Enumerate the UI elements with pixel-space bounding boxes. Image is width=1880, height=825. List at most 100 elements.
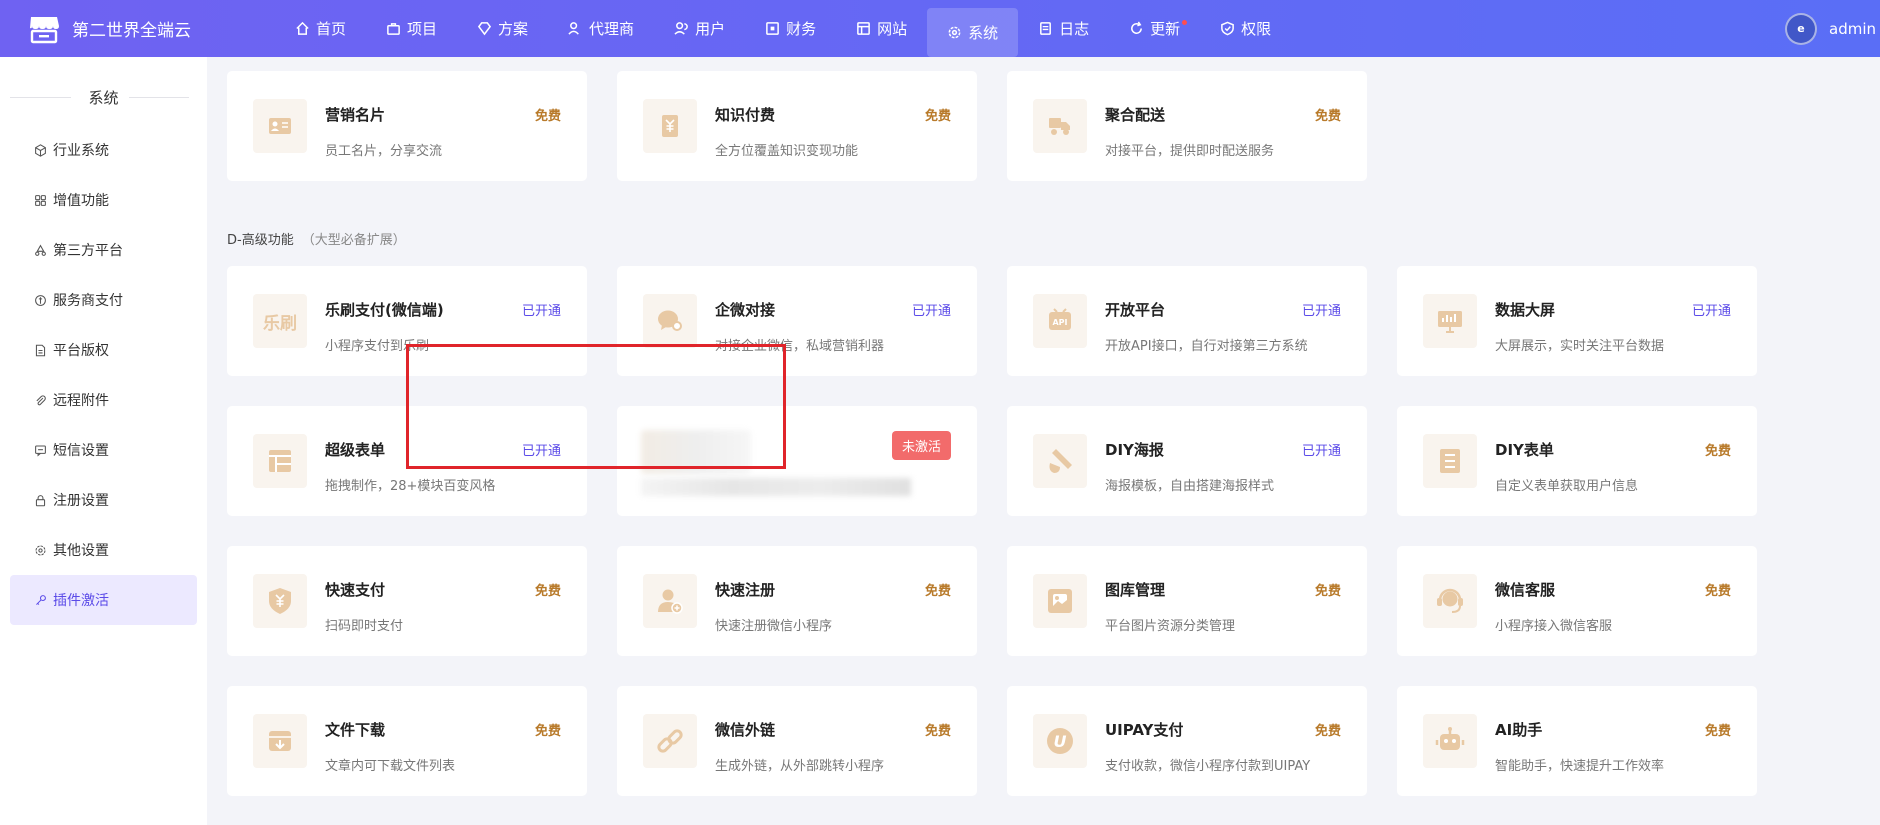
plugin-status[interactable]: 免费 — [925, 720, 951, 739]
plugin-card[interactable]: 微信外链 生成外链，从外部跳转小程序 免费 — [617, 686, 977, 796]
plugin-card[interactable]: 微信客服 小程序接入微信客服 免费 — [1397, 546, 1757, 656]
plugin-card[interactable]: U UIPAY支付 支付收款，微信小程序付款到UIPAY 免费 — [1007, 686, 1367, 796]
business-card-icon — [269, 118, 291, 134]
plugin-card[interactable]: DIY海报 海报模板，自由搭建海报样式 已开通 — [1007, 406, 1367, 516]
plugin-card[interactable]: API 开放平台 开放API接口，自行对接第三方系统 已开通 — [1007, 266, 1367, 376]
plugin-icon: API — [1033, 294, 1087, 348]
sidebar-item-5[interactable]: 远程附件 — [10, 375, 197, 425]
plugin-status[interactable]: 已开通 — [1302, 300, 1341, 319]
plugin-status[interactable]: 免费 — [1315, 580, 1341, 599]
uipay-icon: U — [1047, 728, 1073, 754]
nav-item-6[interactable]: 网站 — [836, 0, 927, 57]
plugin-status[interactable]: 免费 — [535, 720, 561, 739]
plugin-card[interactable]: 快速支付 扫码即时支付 免费 — [227, 546, 587, 656]
plugin-card-inactive[interactable]: 未激活 — [617, 406, 977, 516]
document-icon — [35, 344, 46, 356]
plugin-desc: 智能助手，快速提升工作效率 — [1495, 759, 1665, 774]
sidebar: 系统 行业系统 增值功能 第三方平台 服务商支付 平台版权 远程附件 短信设置 注册设置 其他设… — [0, 57, 207, 825]
plugin-status[interactable]: 免费 — [925, 105, 951, 124]
settings-icon — [35, 545, 46, 555]
nav-item-7[interactable]: 系统 — [927, 8, 1019, 57]
plugin-card[interactable]: 营销名片 员工名片，分享交流 免费 — [227, 71, 587, 181]
plugin-desc: 大屏展示，实时关注平台数据 — [1495, 339, 1665, 354]
nav-item-4[interactable]: 用户 — [654, 0, 745, 57]
plugin-title: 微信外链 — [715, 721, 776, 739]
user-add-icon — [658, 589, 683, 614]
update-dot — [1182, 20, 1188, 25]
nav-item-10[interactable]: 权限 — [1200, 0, 1291, 57]
plugin-icon — [1423, 574, 1477, 628]
plugin-title: 超级表单 — [325, 441, 386, 459]
plugin-icon — [643, 294, 697, 348]
sidebar-item-2[interactable]: 第三方平台 — [10, 225, 197, 275]
plugin-status[interactable]: 已开通 — [1302, 440, 1341, 459]
plugin-status[interactable]: 已开通 — [522, 300, 561, 319]
wallet-icon — [766, 22, 779, 35]
home-icon — [296, 21, 309, 35]
user-menu[interactable]: e admin — [1785, 0, 1880, 57]
nav-item-label: 系统 — [968, 24, 999, 42]
form-icon — [269, 450, 291, 472]
plugin-status[interactable]: 免费 — [1705, 580, 1731, 599]
nav-item-2[interactable]: 方案 — [457, 0, 548, 57]
plugin-card[interactable]: 图库管理 平台图片资源分类管理 免费 — [1007, 546, 1367, 656]
plugin-status[interactable]: 已开通 — [912, 300, 951, 319]
plugin-status[interactable]: 免费 — [1315, 720, 1341, 739]
plugin-card[interactable]: 超级表单 拖拽制作，28+模块百变风格 已开通 — [227, 406, 587, 516]
plugin-status[interactable]: 免费 — [1315, 105, 1341, 124]
plugin-status[interactable]: 免费 — [535, 580, 561, 599]
plugin-desc: 全方位覆盖知识变现功能 — [715, 144, 859, 159]
plugin-title: 营销名片 — [325, 106, 386, 124]
nav-item-label: 权限 — [1241, 20, 1272, 38]
sidebar-item-label: 服务商支付 — [53, 293, 123, 309]
nav-item-8[interactable]: 日志 — [1018, 0, 1109, 57]
user-name[interactable]: admin — [1829, 20, 1876, 38]
brand[interactable]: 第二世界全端云 — [0, 0, 250, 57]
plugin-status[interactable]: 免费 — [535, 105, 561, 124]
sidebar-item-0[interactable]: 行业系统 — [10, 125, 197, 175]
plugin-icon — [1033, 574, 1087, 628]
plugin-status[interactable]: 免费 — [1705, 440, 1731, 459]
plugin-status[interactable]: 已开通 — [522, 440, 561, 459]
plugin-desc: 小程序接入微信客服 — [1495, 619, 1613, 634]
nav-item-9[interactable]: 更新 — [1109, 0, 1200, 57]
sidebar-item-7[interactable]: 注册设置 — [10, 475, 197, 525]
nav-item-1[interactable]: 项目 — [366, 0, 457, 57]
nav-item-5[interactable]: 财务 — [745, 0, 836, 57]
plugin-title: 知识付费 — [715, 106, 776, 124]
avatar[interactable]: e — [1785, 12, 1817, 45]
store-logo-icon — [30, 16, 59, 43]
nav-item-label: 网站 — [877, 20, 908, 38]
plugin-icon: U — [1033, 714, 1087, 768]
plugin-card[interactable]: 企微对接 对接企业微信，私域营销利器 已开通 — [617, 266, 977, 376]
sidebar-item-6[interactable]: 短信设置 — [10, 425, 197, 475]
plugin-status[interactable]: 免费 — [925, 580, 951, 599]
plugin-card[interactable]: 聚合配送对接平台，提供即时配送服务 免费 — [1007, 71, 1367, 181]
plugin-card[interactable]: 乐刷 乐刷支付(微信端) 小程序支付到乐刷 已开通 — [227, 266, 587, 376]
plugin-card[interactable]: DIY表单 自定义表单获取用户信息 免费 — [1397, 406, 1757, 516]
window-icon — [857, 22, 870, 35]
plugin-status[interactable]: 免费 — [1705, 720, 1731, 739]
grid-icon — [35, 194, 46, 206]
plugin-desc: 对接平台，提供即时配送服务 — [1105, 144, 1275, 159]
sidebar-item-8[interactable]: 其他设置 — [10, 525, 197, 575]
plugin-title: 聚合配送 — [1105, 106, 1166, 124]
recycle-icon — [35, 244, 46, 256]
plugin-card[interactable]: 知识付费全方位覆盖知识变现功能 免费 — [617, 71, 977, 181]
plugin-card[interactable]: 快速注册 快速注册微信小程序 免费 — [617, 546, 977, 656]
lock-icon — [35, 494, 46, 506]
list-icon — [1440, 449, 1460, 473]
plugin-card[interactable]: AI助手智能助手，快速提升工作效率 免费 — [1397, 686, 1757, 796]
sidebar-item-3[interactable]: 服务商支付 — [10, 275, 197, 325]
plugin-status[interactable]: 已开通 — [1692, 300, 1731, 319]
plugin-card[interactable]: 数据大屏 大屏展示，实时关注平台数据 已开通 — [1397, 266, 1757, 376]
nav-item-3[interactable]: 代理商 — [548, 0, 654, 57]
plugin-title: AI助手 — [1495, 721, 1543, 739]
nav-item-0[interactable]: 首页 — [275, 0, 366, 57]
plugin-card[interactable]: 文件下载 文章内可下载文件列表 免费 — [227, 686, 587, 796]
sidebar-item-1[interactable]: 增值功能 — [10, 175, 197, 225]
refresh-icon — [1131, 21, 1143, 34]
brush-icon — [1049, 449, 1072, 473]
sidebar-item-4[interactable]: 平台版权 — [10, 325, 197, 375]
sidebar-item-9[interactable]: 插件激活 — [10, 575, 197, 625]
